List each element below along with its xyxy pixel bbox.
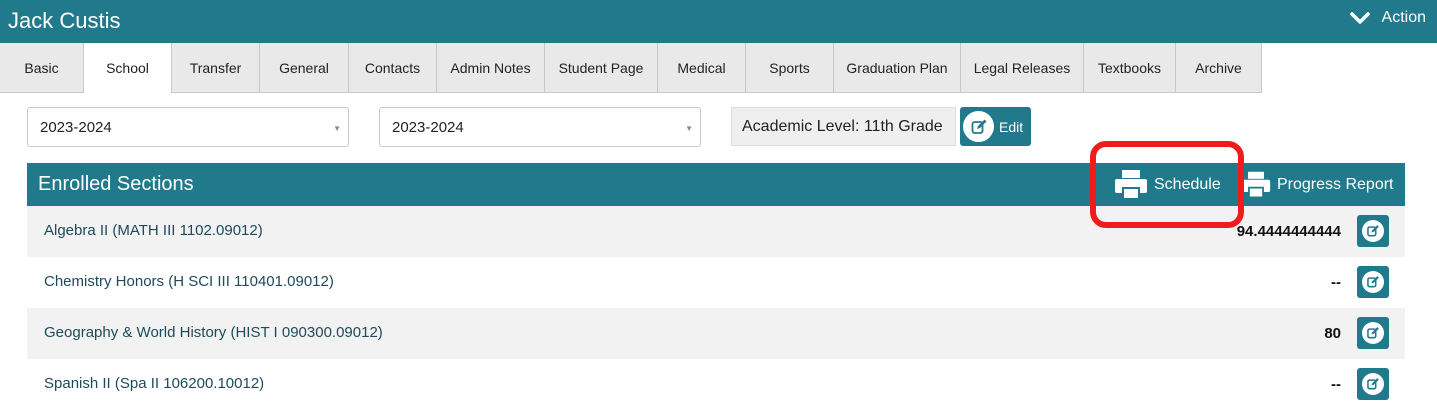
section-grade: -- bbox=[1331, 274, 1341, 291]
dropdown-caret-icon: ▼ bbox=[685, 124, 693, 133]
section-grade: 94.4444444444 bbox=[1236, 223, 1341, 240]
edit-icon bbox=[1362, 373, 1384, 395]
edit-button-label: Edit bbox=[999, 118, 1024, 135]
progress-report-label: Progress Report bbox=[1277, 176, 1394, 193]
tab-archive[interactable]: Archive bbox=[1176, 43, 1262, 93]
edit-academic-level-button[interactable]: Edit bbox=[960, 107, 1031, 146]
edit-icon bbox=[1362, 322, 1384, 344]
table-row: Spanish II (Spa II 106200.10012) -- bbox=[27, 359, 1405, 409]
enrolled-sections-title: Enrolled Sections bbox=[38, 173, 194, 195]
section-name[interactable]: Geography & World History (HIST I 090300… bbox=[44, 324, 383, 341]
section-name[interactable]: Algebra II (MATH III 1102.09012) bbox=[44, 222, 263, 239]
tab-general[interactable]: General bbox=[260, 43, 349, 93]
tab-transfer[interactable]: Transfer bbox=[172, 43, 260, 93]
table-row: Chemistry Honors (H SCI III 110401.09012… bbox=[27, 257, 1405, 308]
tab-medical[interactable]: Medical bbox=[658, 43, 746, 93]
edit-icon bbox=[1362, 220, 1384, 242]
tab-bar: Basic School Transfer General Contacts A… bbox=[0, 43, 1437, 93]
section-name[interactable]: Spanish II (Spa II 106200.10012) bbox=[44, 375, 264, 392]
printer-icon bbox=[1115, 170, 1147, 200]
tab-legal-releases[interactable]: Legal Releases bbox=[961, 43, 1084, 93]
tab-sports[interactable]: Sports bbox=[746, 43, 834, 93]
print-progress-report-button[interactable]: Progress Report bbox=[1241, 169, 1394, 201]
action-menu-button[interactable]: Action bbox=[1349, 9, 1426, 27]
school-year-select-2-value: 2023-2024 bbox=[392, 118, 464, 136]
tab-school[interactable]: School bbox=[84, 43, 172, 93]
schedule-label: Schedule bbox=[1154, 176, 1221, 193]
tab-contacts[interactable]: Contacts bbox=[349, 43, 437, 93]
action-label: Action bbox=[1381, 9, 1426, 26]
table-row: Geography & World History (HIST I 090300… bbox=[27, 308, 1405, 359]
print-schedule-button[interactable]: Schedule bbox=[1114, 169, 1221, 201]
printer-icon bbox=[1241, 171, 1271, 199]
section-grade: 80 bbox=[1324, 325, 1341, 342]
school-year-select-1[interactable]: 2023-2024 ▼ bbox=[27, 107, 349, 147]
tab-student-page[interactable]: Student Page bbox=[545, 43, 658, 93]
tab-graduation-plan[interactable]: Graduation Plan bbox=[834, 43, 961, 93]
dropdown-caret-icon: ▼ bbox=[333, 124, 341, 133]
chevron-down-icon bbox=[1349, 12, 1370, 24]
edit-icon bbox=[963, 111, 994, 142]
tab-textbooks[interactable]: Textbooks bbox=[1084, 43, 1176, 93]
section-edit-button[interactable] bbox=[1357, 266, 1389, 298]
tab-basic[interactable]: Basic bbox=[0, 43, 84, 93]
tab-admin-notes[interactable]: Admin Notes bbox=[437, 43, 545, 93]
school-year-select-2[interactable]: 2023-2024 ▼ bbox=[379, 107, 701, 147]
academic-level-label: Academic Level: 11th Grade bbox=[731, 107, 956, 146]
student-name: Jack Custis bbox=[8, 8, 121, 33]
enrolled-sections-header: Enrolled Sections Schedule Progress Repo… bbox=[27, 163, 1405, 206]
section-grade: -- bbox=[1331, 376, 1341, 393]
section-edit-button[interactable] bbox=[1357, 317, 1389, 349]
student-header-bar: Jack Custis Action bbox=[0, 0, 1437, 43]
section-edit-button[interactable] bbox=[1357, 368, 1389, 400]
school-year-select-1-value: 2023-2024 bbox=[40, 118, 112, 136]
edit-icon bbox=[1362, 271, 1384, 293]
section-edit-button[interactable] bbox=[1357, 215, 1389, 247]
table-row: Algebra II (MATH III 1102.09012) 94.4444… bbox=[27, 206, 1405, 257]
section-name[interactable]: Chemistry Honors (H SCI III 110401.09012… bbox=[44, 273, 334, 290]
